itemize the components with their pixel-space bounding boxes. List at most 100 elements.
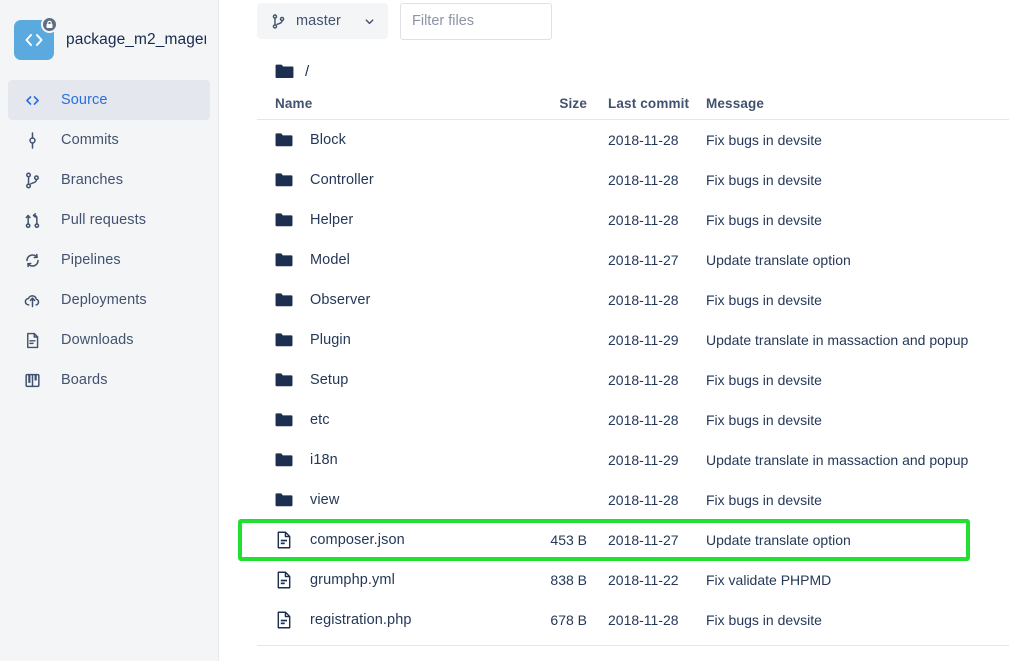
folder-icon bbox=[275, 131, 293, 149]
source-toolbar: master bbox=[257, 0, 1002, 40]
cell-name[interactable]: Block bbox=[257, 131, 522, 149]
file-name-link[interactable]: Helper bbox=[310, 212, 353, 228]
cell-name[interactable]: registration.php bbox=[257, 611, 522, 629]
table-row[interactable]: Plugin 2018-11-29 Update translate in mass… bbox=[257, 320, 1009, 360]
folder-icon bbox=[275, 491, 293, 509]
code-brackets-icon bbox=[25, 34, 43, 46]
file-name-link[interactable]: registration.php bbox=[310, 612, 412, 628]
cell-size: 838 B bbox=[550, 572, 587, 588]
cell-last-commit: 2018-11-28 bbox=[608, 292, 679, 308]
cell-message: Update translate option bbox=[706, 532, 851, 548]
file-name-link[interactable]: Model bbox=[310, 252, 350, 268]
file-name-link[interactable]: Plugin bbox=[310, 332, 351, 348]
sidebar-item-label: Commits bbox=[61, 132, 119, 148]
file-name-link[interactable]: Observer bbox=[310, 292, 370, 308]
cell-name[interactable]: Setup bbox=[257, 371, 522, 389]
table-row[interactable]: i18n 2018-11-29 Update translate in massac… bbox=[257, 440, 1009, 480]
cell-last-commit: 2018-11-22 bbox=[608, 572, 679, 588]
cell-name[interactable]: composer.json bbox=[257, 531, 522, 549]
cell-name[interactable]: Model bbox=[257, 251, 522, 269]
cell-last-commit: 2018-11-28 bbox=[608, 372, 679, 388]
file-glyph bbox=[277, 571, 291, 589]
table-row[interactable]: Observer 2018-11-28 Fix bugs in devsite bbox=[257, 280, 1009, 320]
folder-icon bbox=[275, 411, 293, 429]
file-name-link[interactable]: grumphp.yml bbox=[310, 572, 395, 588]
table-row[interactable]: Setup 2018-11-28 Fix bugs in devsite bbox=[257, 360, 1009, 400]
table-row[interactable]: grumphp.yml 838 B 2018-11-22 Fix validate P… bbox=[257, 560, 1009, 600]
file-name-link[interactable]: i18n bbox=[310, 452, 338, 468]
main-content: master / Name Size Last commi bbox=[219, 0, 1024, 661]
folder-icon bbox=[275, 371, 293, 389]
table-row[interactable]: Helper 2018-11-28 Fix bugs in devsite bbox=[257, 200, 1009, 240]
file-icon bbox=[275, 611, 293, 629]
sidebar-item-deployments[interactable]: Deployments bbox=[8, 280, 210, 320]
folder-glyph bbox=[275, 413, 293, 427]
sidebar-item-pull-requests[interactable]: Pull requests bbox=[8, 200, 210, 240]
sidebar-item-label: Deployments bbox=[61, 292, 147, 308]
file-glyph bbox=[277, 611, 291, 629]
file-name-link[interactable]: etc bbox=[310, 412, 330, 428]
cell-last-commit: 2018-11-29 bbox=[608, 452, 679, 468]
breadcrumb[interactable]: / bbox=[257, 59, 1002, 83]
cell-name[interactable]: Helper bbox=[257, 211, 522, 229]
sidebar-item-commits[interactable]: Commits bbox=[8, 120, 210, 160]
lock-icon bbox=[41, 16, 58, 33]
table-row[interactable]: registration.php 678 B 2018-11-28 Fix bugs … bbox=[257, 600, 1009, 640]
table-row[interactable]: Model 2018-11-27 Update translate option bbox=[257, 240, 1009, 280]
cell-name[interactable]: Observer bbox=[257, 291, 522, 309]
sidebar-item-source[interactable]: Source bbox=[8, 80, 210, 120]
cell-name[interactable]: Plugin bbox=[257, 331, 522, 349]
cell-name[interactable]: Controller bbox=[257, 171, 522, 189]
deployments-icon bbox=[22, 290, 42, 310]
file-name-link[interactable]: Controller bbox=[310, 172, 374, 188]
table-row[interactable]: etc 2018-11-28 Fix bugs in devsite bbox=[257, 400, 1009, 440]
cell-message: Fix validate PHPMD bbox=[706, 572, 832, 588]
file-name-link[interactable]: view bbox=[310, 492, 339, 508]
repository-header[interactable]: package_m2_magen… bbox=[0, 14, 218, 66]
table-row[interactable]: view 2018-11-28 Fix bugs in devsite bbox=[257, 480, 1009, 520]
table-row[interactable]: Block 2018-11-28 Fix bugs in devsite bbox=[257, 120, 1009, 160]
downloads-icon bbox=[22, 330, 42, 350]
pipelines-icon bbox=[22, 250, 42, 270]
sidebar-item-label: Pull requests bbox=[61, 212, 147, 228]
sidebar-item-label: Source bbox=[61, 92, 108, 108]
folder-icon bbox=[275, 291, 293, 309]
sidebar-item-downloads[interactable]: Downloads bbox=[8, 320, 210, 360]
folder-glyph bbox=[275, 253, 293, 267]
sidebar-item-label: Boards bbox=[61, 372, 108, 388]
cell-name[interactable]: etc bbox=[257, 411, 522, 429]
sidebar-item-pipelines[interactable]: Pipelines bbox=[8, 240, 210, 280]
folder-glyph bbox=[275, 133, 293, 147]
column-header-name: Name bbox=[275, 95, 313, 111]
branch-selector[interactable]: master bbox=[257, 3, 388, 39]
file-table: Name Size Last commit Message Block 2018-… bbox=[257, 94, 1009, 646]
file-name-link[interactable]: Block bbox=[310, 132, 346, 148]
sidebar-item-branches[interactable]: Branches bbox=[8, 160, 210, 200]
file-name-link[interactable]: composer.json bbox=[310, 532, 405, 548]
filter-files-input[interactable] bbox=[400, 2, 552, 40]
table-row[interactable]: Controller 2018-11-28 Fix bugs in devsite bbox=[257, 160, 1009, 200]
cell-message: Fix bugs in devsite bbox=[706, 212, 822, 228]
cell-message: Fix bugs in devsite bbox=[706, 292, 822, 308]
file-rows: Block 2018-11-28 Fix bugs in devsite Contro… bbox=[257, 120, 1009, 640]
sidebar: package_m2_magen… Source bbox=[0, 0, 219, 661]
cell-last-commit: 2018-11-27 bbox=[608, 532, 679, 548]
branch-icon bbox=[22, 170, 42, 190]
sidebar-item-boards[interactable]: Boards bbox=[8, 360, 210, 400]
folder-glyph bbox=[275, 293, 293, 307]
cell-message: Fix bugs in devsite bbox=[706, 172, 822, 188]
table-row[interactable]: composer.json 453 B 2018-11-27 Update trans… bbox=[257, 520, 1009, 560]
repository-name: package_m2_magen… bbox=[66, 31, 206, 48]
cell-name[interactable]: view bbox=[257, 491, 522, 509]
cell-last-commit: 2018-11-28 bbox=[608, 412, 679, 428]
cell-message: Fix bugs in devsite bbox=[706, 412, 822, 428]
cell-size: 453 B bbox=[550, 532, 587, 548]
cell-message: Fix bugs in devsite bbox=[706, 612, 822, 628]
pull-request-icon bbox=[22, 210, 42, 230]
folder-icon bbox=[275, 251, 293, 269]
folder-icon bbox=[275, 211, 293, 229]
file-name-link[interactable]: Setup bbox=[310, 372, 348, 388]
folder-glyph bbox=[275, 373, 293, 387]
cell-name[interactable]: grumphp.yml bbox=[257, 571, 522, 589]
cell-name[interactable]: i18n bbox=[257, 451, 522, 469]
